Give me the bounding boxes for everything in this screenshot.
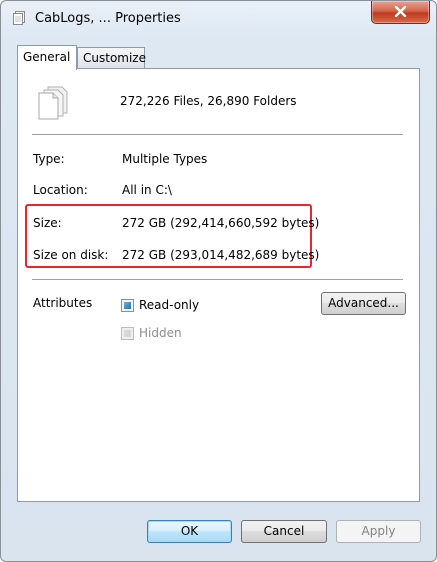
- hidden-checkbox[interactable]: [121, 327, 134, 340]
- close-button[interactable]: [371, 1, 430, 24]
- separator: [32, 134, 403, 136]
- multiple-files-icon: [36, 85, 70, 124]
- size-label: Size:: [33, 216, 62, 230]
- general-panel: 272,226 Files, 26,890 Folders Type: Mult…: [17, 68, 420, 502]
- location-value: All in C:\: [122, 183, 172, 197]
- ok-button[interactable]: OK: [147, 520, 232, 543]
- apply-button[interactable]: Apply: [336, 520, 421, 543]
- file-folder-count: 272,226 Files, 26,890 Folders: [120, 94, 297, 108]
- size-on-disk-label: Size on disk:: [33, 248, 109, 262]
- attributes-label: Attributes: [33, 296, 93, 310]
- size-on-disk-value: 272 GB (293,014,482,689 bytes): [122, 248, 320, 262]
- title-bar[interactable]: CabLogs, ... Properties: [1, 1, 436, 37]
- cancel-button[interactable]: Cancel: [241, 520, 327, 543]
- properties-icon: [11, 10, 27, 26]
- close-icon: [394, 6, 407, 17]
- location-label: Location:: [33, 183, 88, 197]
- size-value: 272 GB (292,414,660,592 bytes): [122, 216, 320, 230]
- type-value: Multiple Types: [122, 152, 208, 166]
- tab-customize[interactable]: Customize: [77, 47, 146, 68]
- advanced-button[interactable]: Advanced...: [321, 292, 406, 315]
- hidden-label[interactable]: Hidden: [139, 326, 182, 340]
- properties-window: CabLogs, ... Properties General Customiz…: [0, 0, 437, 562]
- readonly-label[interactable]: Read-only: [139, 298, 199, 312]
- readonly-checkbox[interactable]: [121, 299, 134, 312]
- type-label: Type:: [33, 152, 65, 166]
- separator: [32, 279, 403, 281]
- window-title: CabLogs, ... Properties: [35, 11, 181, 26]
- tab-general[interactable]: General: [17, 45, 77, 70]
